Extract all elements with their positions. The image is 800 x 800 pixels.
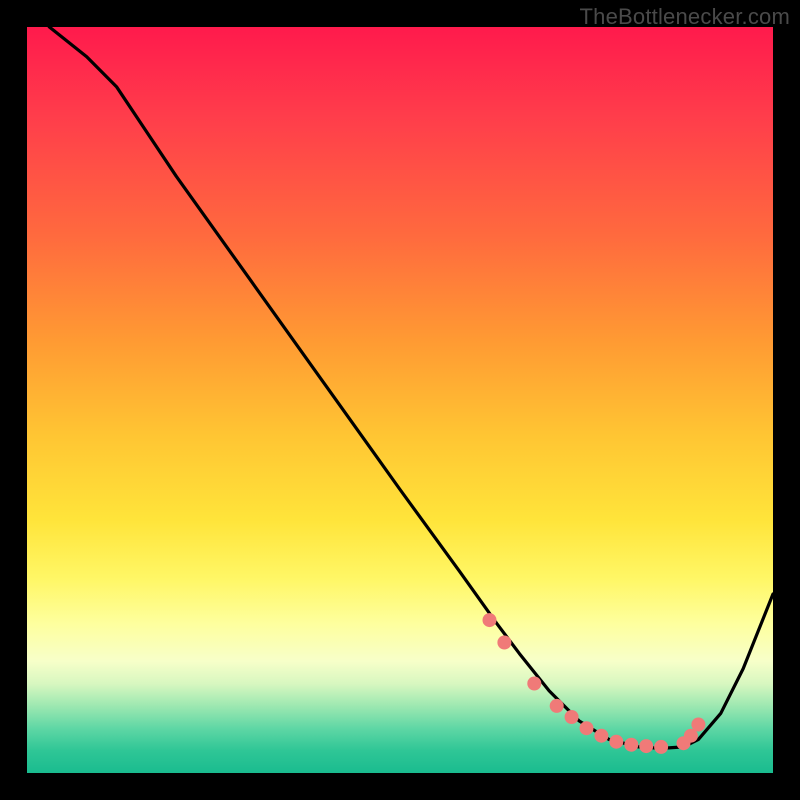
attribution-text: TheBottlenecker.com — [580, 4, 790, 30]
marker-dot — [691, 718, 705, 732]
chart-frame: TheBottlenecker.com — [0, 0, 800, 800]
marker-dot — [550, 699, 564, 713]
marker-dot — [565, 710, 579, 724]
chart-svg — [27, 27, 773, 773]
marker-dot — [609, 735, 623, 749]
marker-dot — [654, 740, 668, 754]
marker-dot — [497, 636, 511, 650]
marker-dot — [624, 738, 638, 752]
plot-area — [27, 27, 773, 773]
curve-line — [27, 27, 773, 748]
marker-dot — [639, 739, 653, 753]
marker-group — [483, 613, 706, 754]
marker-dot — [594, 729, 608, 743]
marker-dot — [527, 677, 541, 691]
marker-dot — [483, 613, 497, 627]
marker-dot — [580, 721, 594, 735]
